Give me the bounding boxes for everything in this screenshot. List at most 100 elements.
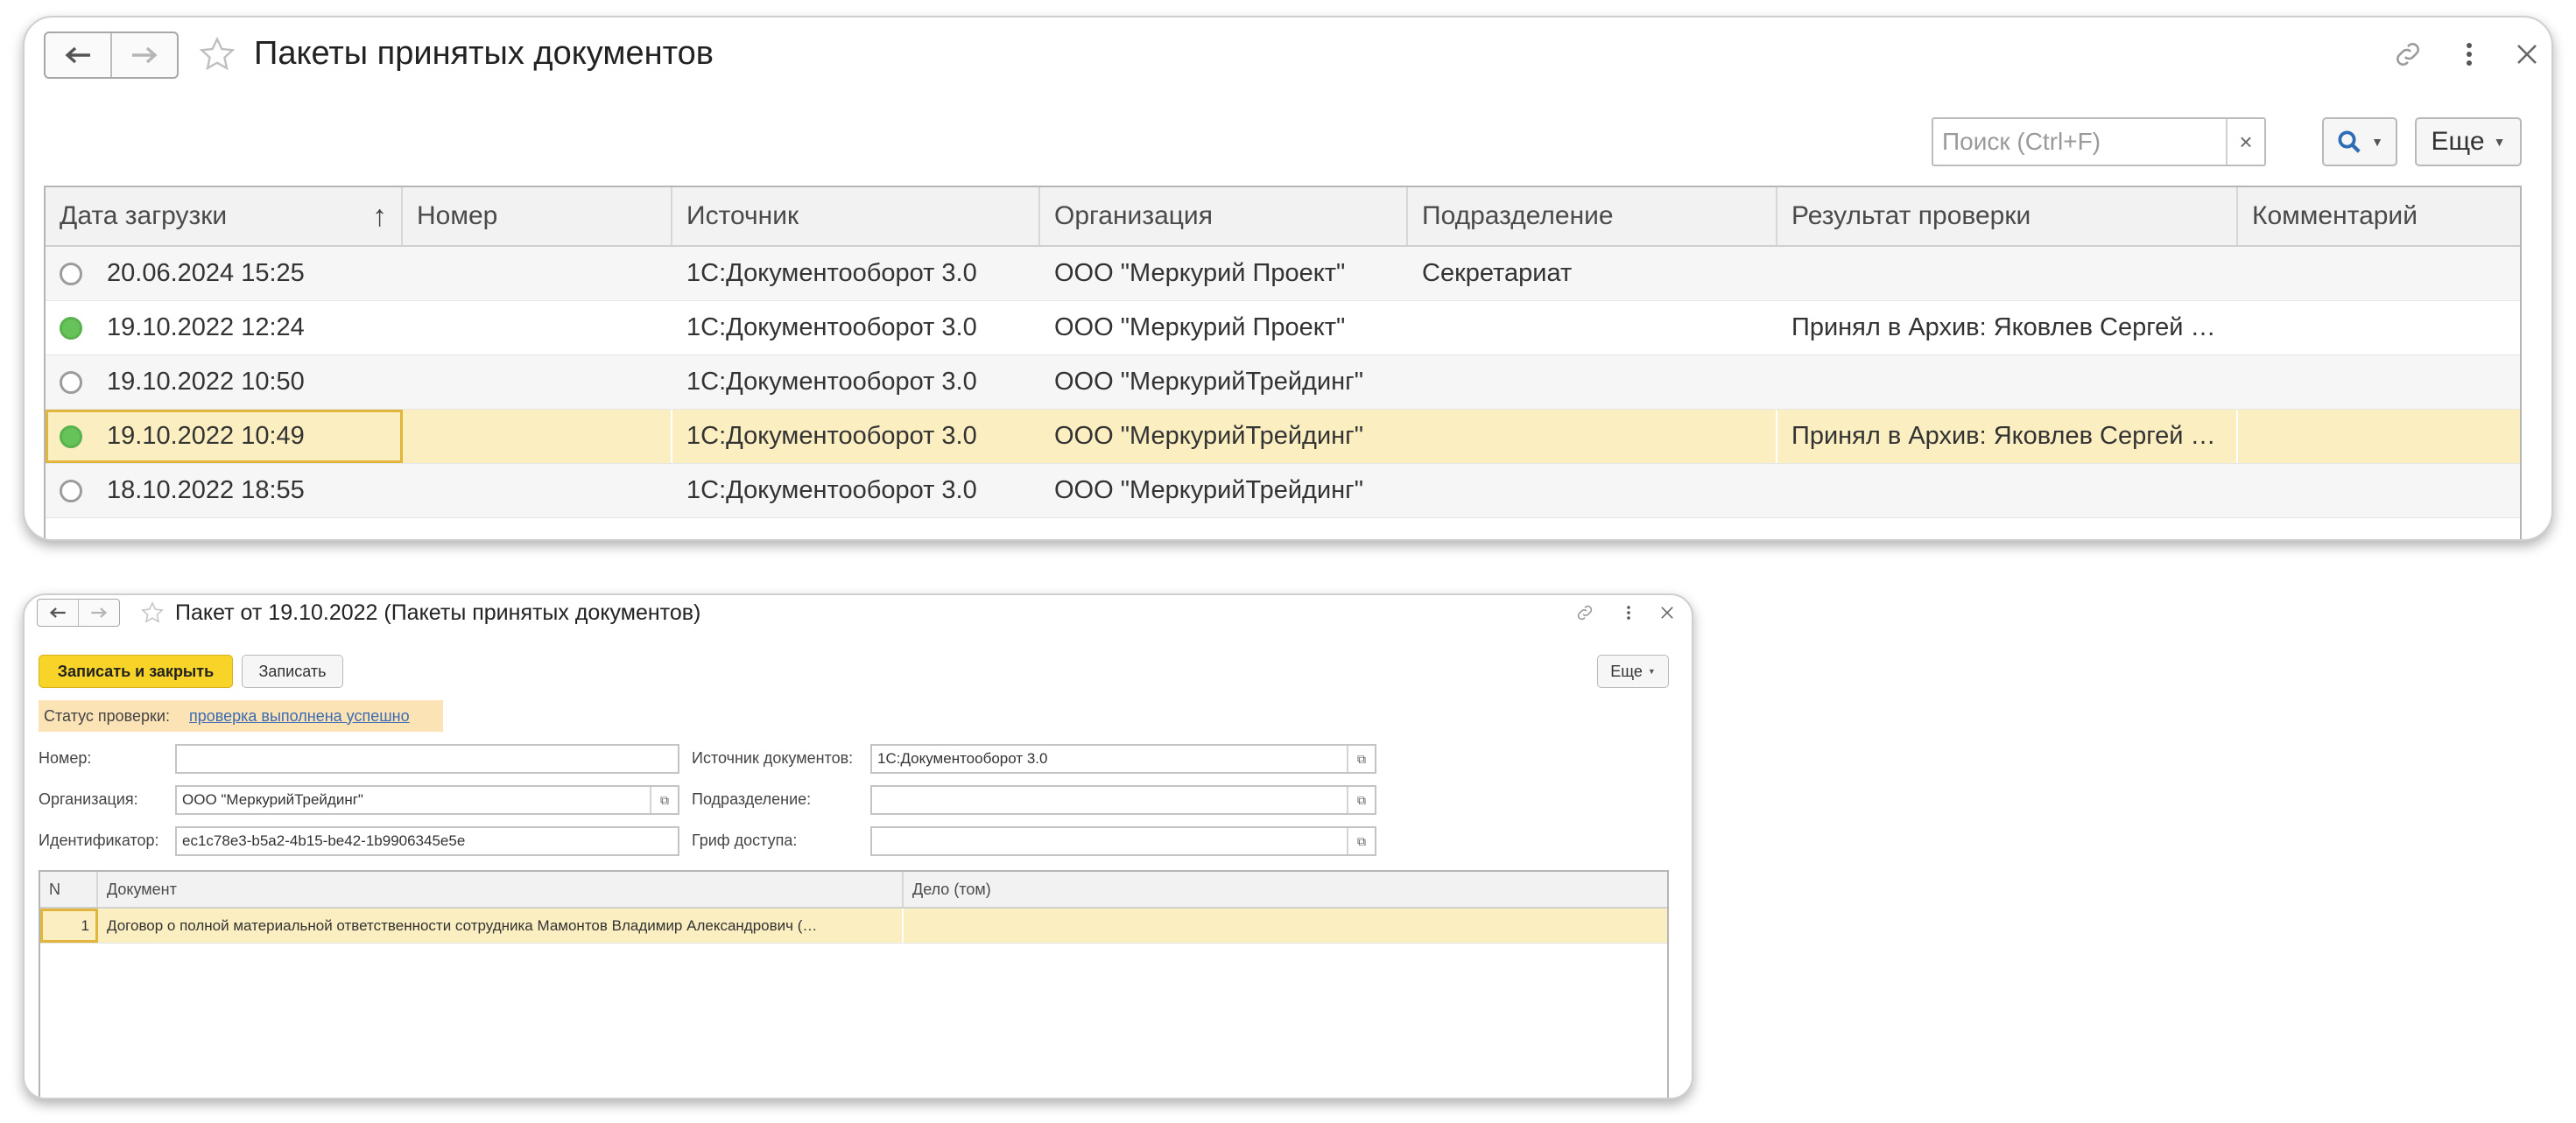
forward-button[interactable] xyxy=(110,33,177,77)
number-field[interactable] xyxy=(175,744,679,774)
cell-check-result xyxy=(1777,464,2238,517)
cell-date: 18.10.2022 18:55 xyxy=(46,464,403,517)
open-icon[interactable]: ⧉ xyxy=(1347,787,1375,813)
navigation-buttons xyxy=(37,599,120,627)
open-icon[interactable]: ⧉ xyxy=(1347,828,1375,854)
sort-ascending-icon: ↑ xyxy=(372,199,387,233)
table-row[interactable]: 19.10.2022 10:50 1С:Документооборот 3.0 … xyxy=(46,355,2520,410)
status-empty-icon xyxy=(60,479,82,502)
organization-label: Организация: xyxy=(39,790,138,808)
cell-date: 20.06.2024 15:25 xyxy=(46,247,403,300)
cell-organization: ООО "МеркурийТрейдинг" xyxy=(1054,368,1364,396)
column-header-source[interactable]: Источник xyxy=(672,187,1040,245)
department-label: Подразделение: xyxy=(692,790,812,808)
search-clear-button[interactable]: × xyxy=(2226,119,2264,165)
forward-button[interactable] xyxy=(78,600,119,626)
table-row[interactable]: 19.10.2022 12:24 1С:Документооборот 3.0 … xyxy=(46,301,2520,355)
cell-check-result: Принял в Архив: Яковлев Сергей … xyxy=(1791,313,2216,341)
cell-department xyxy=(1408,464,1777,517)
status-link[interactable]: проверка выполнена успешно xyxy=(189,707,410,726)
table-row-selected[interactable]: 1 Договор о полной материальной ответств… xyxy=(40,909,1667,944)
more-button-label: Еще xyxy=(1610,662,1643,680)
cell-comment xyxy=(2238,464,2520,517)
identifier-field[interactable]: ec1c78e3-b5a2-4b15-be42-1b9906345e5e xyxy=(175,826,679,856)
source-label: Источник документов: xyxy=(692,749,854,767)
access-field[interactable]: ⧉ xyxy=(870,826,1376,856)
arrow-left-icon xyxy=(65,46,90,64)
open-icon[interactable]: ⧉ xyxy=(1347,746,1375,772)
link-icon[interactable] xyxy=(1573,600,1597,625)
status-accepted-icon xyxy=(60,425,82,448)
cell-date: 19.10.2022 10:50 xyxy=(46,355,403,409)
more-button[interactable]: Еще ▼ xyxy=(1597,655,1669,688)
cell-source: 1С:Документооборот 3.0 xyxy=(686,476,977,504)
cell-department: Секретариат xyxy=(1422,259,1573,287)
cell-number xyxy=(403,247,672,300)
cell-organization: ООО "Меркурий Проект" xyxy=(1054,259,1346,287)
documents-table: Дата загрузки ↑ Номер Источник Организац… xyxy=(44,186,2522,539)
package-documents-table: N Документ Дело (том) 1 Договор о полной… xyxy=(39,870,1669,1098)
back-button[interactable] xyxy=(38,600,78,626)
column-header-comment[interactable]: Комментарий xyxy=(2238,187,2520,245)
close-icon[interactable] xyxy=(1655,600,1679,625)
cell-source: 1С:Документооборот 3.0 xyxy=(686,259,977,287)
status-empty-icon xyxy=(60,262,82,285)
open-icon[interactable]: ⧉ xyxy=(650,787,678,813)
cell-date: 19.10.2022 10:49 xyxy=(46,410,403,463)
cell-number xyxy=(403,464,672,517)
status-bar: Статус проверки: проверка выполнена успе… xyxy=(39,700,443,732)
close-icon[interactable] xyxy=(2508,35,2546,74)
more-options-icon[interactable] xyxy=(1616,600,1641,625)
column-label: N xyxy=(49,880,60,898)
column-header-date[interactable]: Дата загрузки ↑ xyxy=(46,187,403,245)
organization-value: ООО "МеркурийТрейдинг" xyxy=(182,791,363,808)
source-field[interactable]: 1С:Документооборот 3.0 ⧉ xyxy=(870,744,1376,774)
identifier-label: Идентификатор: xyxy=(39,832,159,849)
cell-case xyxy=(904,909,1667,943)
favorite-star-icon[interactable] xyxy=(198,35,236,78)
column-label: Дата загрузки xyxy=(60,201,228,230)
column-header-n[interactable]: N xyxy=(40,872,98,907)
table-row[interactable]: 18.10.2022 18:55 1С:Документооборот 3.0 … xyxy=(46,464,2520,518)
link-icon[interactable] xyxy=(2389,35,2427,74)
search-button[interactable]: ▼ xyxy=(2322,117,2397,166)
more-button[interactable]: Еще ▼ xyxy=(2415,117,2522,166)
navigation-buttons xyxy=(44,32,179,79)
department-field[interactable]: ⧉ xyxy=(870,785,1376,815)
cell-department xyxy=(1408,301,1777,354)
cell-comment xyxy=(2238,355,2520,409)
column-label: Организация xyxy=(1054,201,1213,230)
save-and-close-button[interactable]: Записать и закрыть xyxy=(39,655,233,688)
more-button-label: Еще xyxy=(2431,127,2485,156)
identifier-value: ec1c78e3-b5a2-4b15-be42-1b9906345e5e xyxy=(182,832,466,849)
table-header: N Документ Дело (том) xyxy=(40,872,1667,909)
table-header: Дата загрузки ↑ Номер Источник Организац… xyxy=(46,187,2520,247)
dropdown-arrow-icon: ▼ xyxy=(1647,667,1656,676)
cell-check-result xyxy=(1777,247,2238,300)
table-row-selected[interactable]: 19.10.2022 10:49 1С:Документооборот 3.0 … xyxy=(46,410,2520,464)
arrow-right-icon xyxy=(91,607,108,618)
column-header-case[interactable]: Дело (том) xyxy=(904,872,1667,907)
save-button[interactable]: Записать xyxy=(242,655,343,688)
favorite-star-icon[interactable] xyxy=(140,600,165,629)
table-row[interactable]: 20.06.2024 15:25 1С:Документооборот 3.0 … xyxy=(46,247,2520,301)
cell-source: 1С:Документооборот 3.0 xyxy=(686,368,977,396)
cell-number xyxy=(403,410,672,463)
search-input[interactable] xyxy=(1933,119,2264,165)
column-label: Комментарий xyxy=(2252,201,2418,230)
cell-organization: ООО "МеркурийТрейдинг" xyxy=(1054,476,1364,504)
status-accepted-icon xyxy=(60,316,82,340)
cell-comment xyxy=(2238,247,2520,300)
column-label: Подразделение xyxy=(1422,201,1614,230)
column-label: Номер xyxy=(417,201,498,230)
more-options-icon[interactable] xyxy=(2450,35,2488,74)
column-header-organization[interactable]: Организация xyxy=(1040,187,1408,245)
column-header-department[interactable]: Подразделение xyxy=(1408,187,1777,245)
column-label: Дело (том) xyxy=(912,880,991,898)
organization-field[interactable]: ООО "МеркурийТрейдинг" ⧉ xyxy=(175,785,679,815)
column-header-document[interactable]: Документ xyxy=(98,872,904,907)
column-header-number[interactable]: Номер xyxy=(403,187,672,245)
column-header-check-result[interactable]: Результат проверки xyxy=(1777,187,2238,245)
column-label: Результат проверки xyxy=(1791,201,2031,230)
back-button[interactable] xyxy=(46,33,110,77)
